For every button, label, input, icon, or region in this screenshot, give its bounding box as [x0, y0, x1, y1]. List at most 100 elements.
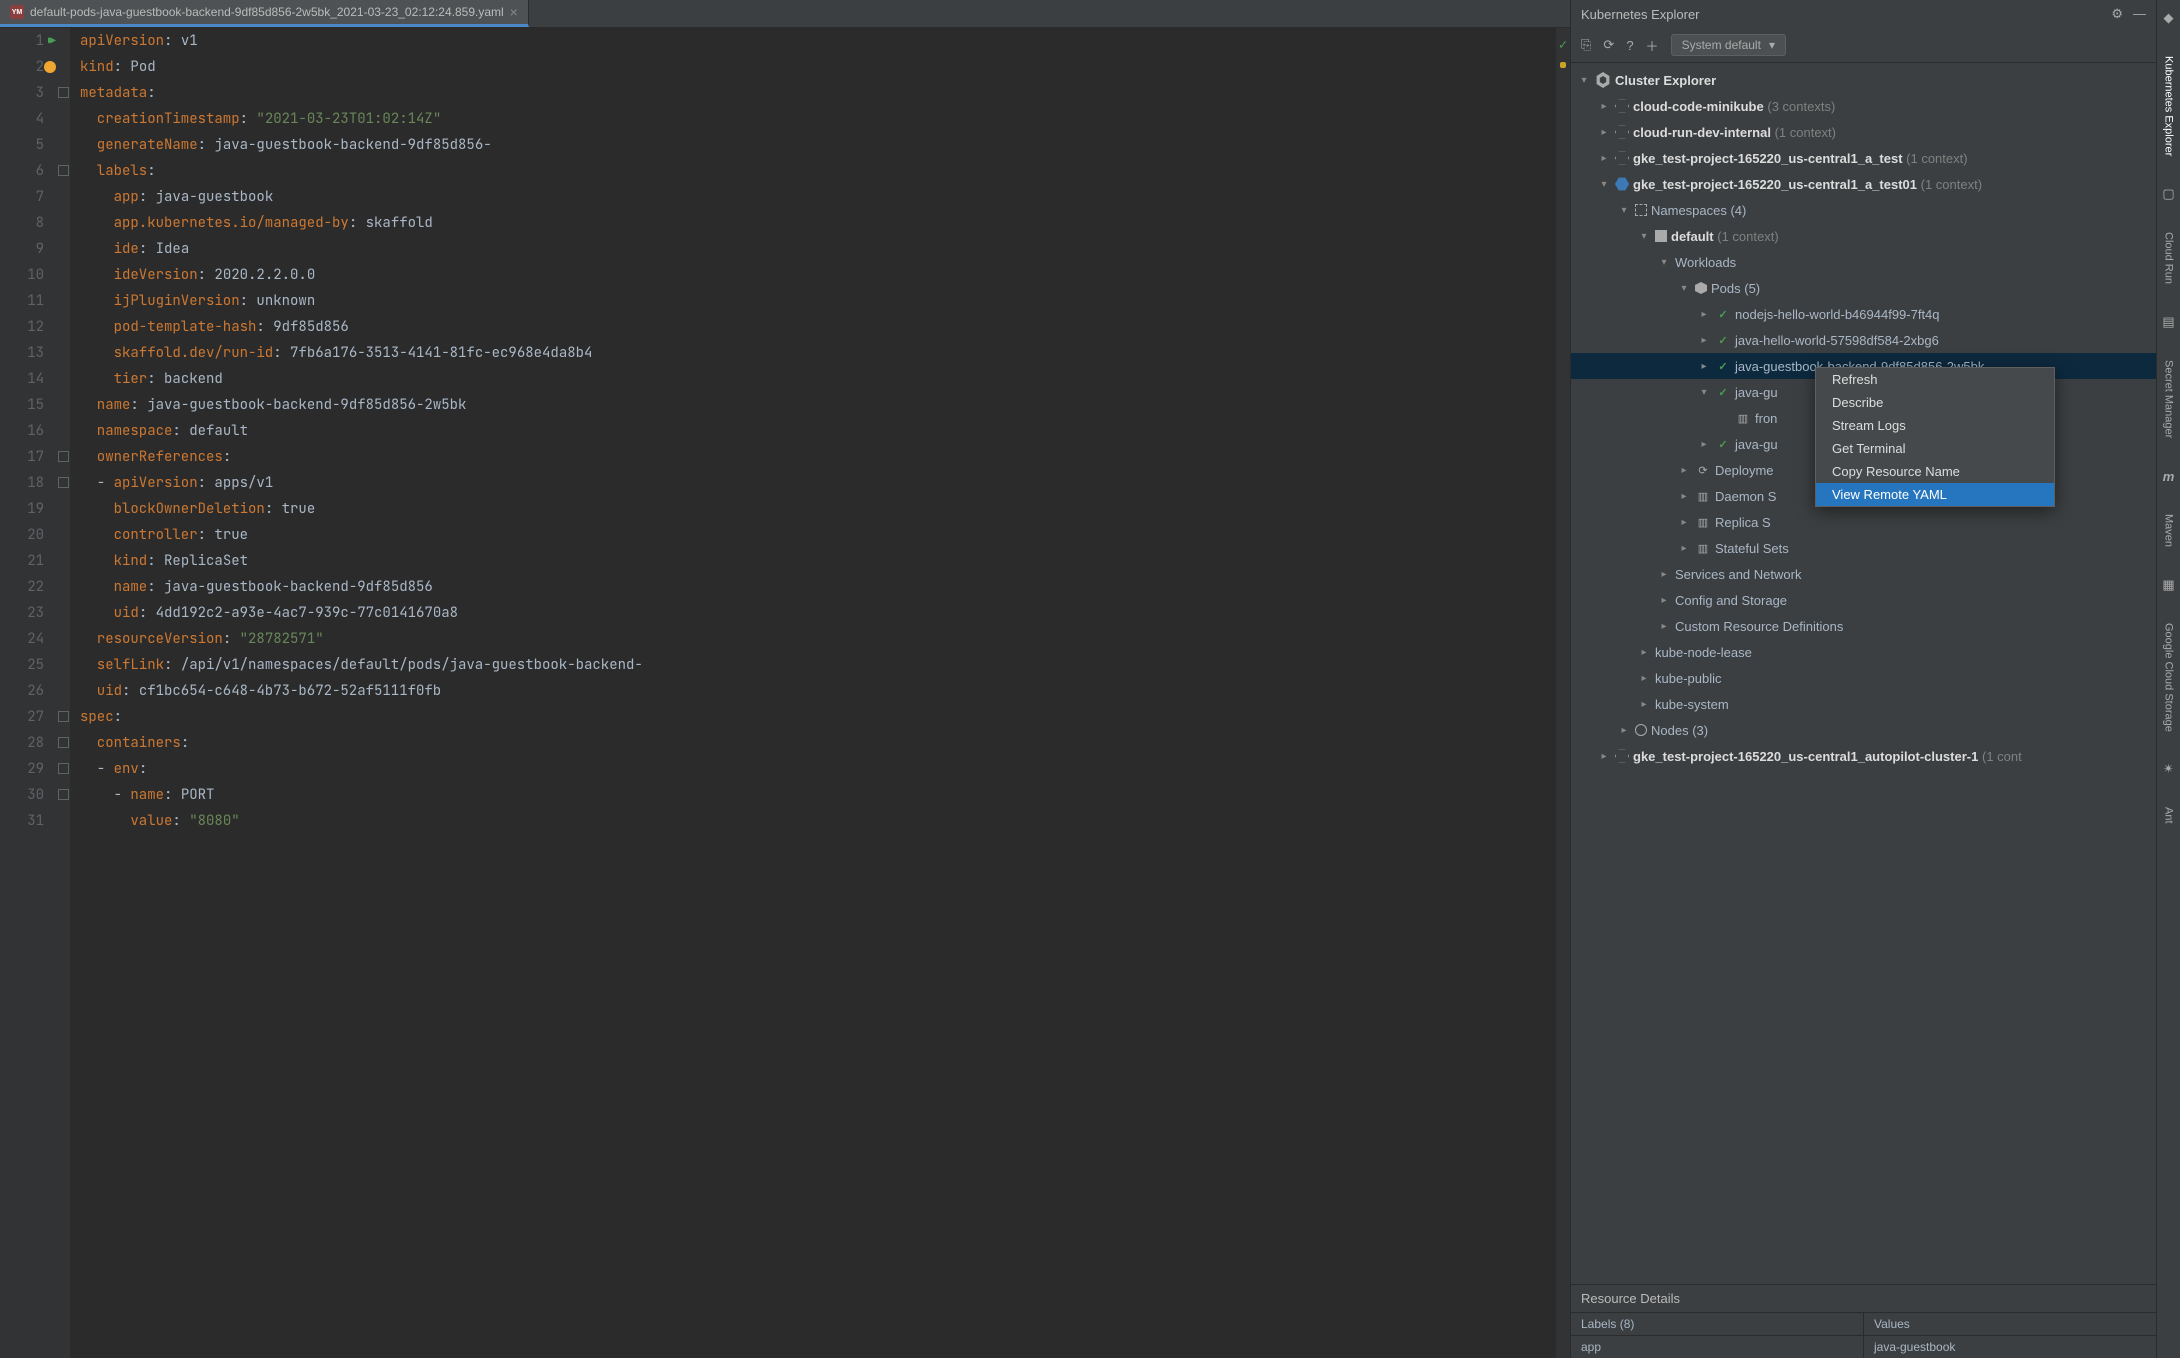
rail-maven[interactable]: Maven [2161, 510, 2177, 551]
rail-k8s-explorer[interactable]: Kubernetes Explorer [2161, 52, 2177, 160]
namespace-icon [1655, 230, 1667, 242]
editor-body[interactable]: 1234567891011121314151617181920212223242… [0, 28, 1570, 1358]
k8s-rail-icon[interactable]: ◆ [2164, 10, 2174, 26]
namespace-item[interactable]: kube-node-lease [1571, 639, 2156, 665]
resource-group[interactable]: Custom Resource Definitions [1571, 613, 2156, 639]
workload-group-icon: ▥ [1695, 488, 1711, 504]
expand-arrow[interactable] [1617, 725, 1631, 736]
rail-gcs[interactable]: Google Cloud Storage [2161, 619, 2177, 736]
line-number-gutter[interactable]: 1234567891011121314151617181920212223242… [8, 28, 56, 1358]
expand-arrow[interactable] [1657, 621, 1671, 632]
kubernetes-explorer-panel: Kubernetes Explorer ⚙ — ⎘ ⟳ ? ＋ System d… [1570, 0, 2156, 1358]
cluster-item[interactable]: gke_test-project-165220_us-central1_auto… [1571, 743, 2156, 769]
expand-arrow[interactable] [1597, 101, 1611, 112]
pod-running-icon: ✓ [1715, 306, 1731, 322]
pod-running-icon: ✓ [1715, 384, 1731, 400]
inspection-ok-icon[interactable]: ✓ [1556, 28, 1570, 58]
namespaces-icon [1635, 204, 1647, 216]
expand-arrow[interactable] [1597, 153, 1611, 164]
expand-arrow[interactable] [1637, 673, 1651, 684]
expand-arrow[interactable] [1597, 127, 1611, 138]
editor-pane: YM default-pods-java-guestbook-backend-9… [0, 0, 1570, 1358]
expand-arrow[interactable] [1697, 335, 1711, 346]
refresh-icon[interactable]: ⟳ [1603, 37, 1614, 53]
minimize-icon[interactable]: — [2133, 6, 2146, 22]
close-tab-icon[interactable]: × [510, 4, 518, 20]
resource-details: Resource Details Labels (8) Values app j… [1571, 1284, 2156, 1358]
expand-arrow[interactable] [1657, 595, 1671, 606]
labels-column-header: Labels (8) [1571, 1313, 1864, 1335]
menu-item-refresh[interactable]: Refresh [1816, 368, 2054, 391]
namespace-default[interactable]: default (1 context) [1571, 223, 2156, 249]
expand-arrow[interactable] [1677, 283, 1691, 294]
menu-item-copy-resource-name[interactable]: Copy Resource Name [1816, 460, 2054, 483]
expand-arrow[interactable] [1697, 387, 1711, 398]
expand-arrow[interactable] [1617, 205, 1631, 216]
secret-rail-icon[interactable]: ▤ [2162, 314, 2174, 330]
warning-marker[interactable] [1560, 62, 1566, 68]
label-cell: app [1571, 1336, 1864, 1358]
rail-ant[interactable]: Ant [2161, 803, 2177, 828]
tab-filename: default-pods-java-guestbook-backend-9df8… [30, 5, 504, 19]
expand-arrow[interactable] [1697, 309, 1711, 320]
help-icon[interactable]: ? [1626, 38, 1633, 53]
cluster-item[interactable]: cloud-code-minikube (3 contexts) [1571, 93, 2156, 119]
menu-item-get-terminal[interactable]: Get Terminal [1816, 437, 2054, 460]
code-area[interactable]: apiVersion: v1kind: Podmetadata: creatio… [70, 28, 1556, 1358]
ant-rail-icon[interactable]: ✴ [2163, 761, 2174, 777]
workload-group[interactable]: ▥Replica S [1571, 509, 2156, 535]
editor-tab[interactable]: YM default-pods-java-guestbook-backend-9… [0, 0, 529, 27]
expand-arrow[interactable] [1577, 75, 1591, 86]
pod-item[interactable]: ✓java-hello-world-57598df584-2xbg6 [1571, 327, 2156, 353]
breakpoint-marker[interactable] [44, 61, 56, 73]
nodes-group[interactable]: Nodes (3) [1571, 717, 2156, 743]
add-icon[interactable]: ＋ [1646, 36, 1659, 55]
expand-arrow[interactable] [1657, 257, 1671, 268]
cluster-explorer-root[interactable]: Cluster Explorer [1571, 67, 2156, 93]
cluster-item[interactable]: gke_test-project-165220_us-central1_a_te… [1571, 145, 2156, 171]
context-dropdown[interactable]: System default ▾ [1671, 34, 1786, 56]
expand-arrow[interactable] [1677, 543, 1691, 554]
expand-arrow[interactable] [1597, 179, 1611, 190]
values-column-header: Values [1864, 1313, 2156, 1335]
gear-icon[interactable]: ⚙ [2111, 6, 2123, 22]
workloads-group[interactable]: Workloads [1571, 249, 2156, 275]
menu-item-describe[interactable]: Describe [1816, 391, 2054, 414]
expand-arrow[interactable] [1637, 699, 1651, 710]
maven-rail-icon[interactable]: m [2163, 469, 2175, 484]
pod-item[interactable]: ✓nodejs-hello-world-b46944f99-7ft4q [1571, 301, 2156, 327]
context-menu[interactable]: RefreshDescribeStream LogsGet TerminalCo… [1815, 367, 2055, 507]
dropdown-label: System default [1682, 38, 1761, 52]
workload-group-icon: ▥ [1695, 540, 1711, 556]
expand-arrow[interactable] [1697, 361, 1711, 372]
expand-arrow[interactable] [1597, 751, 1611, 762]
namespace-item[interactable]: kube-public [1571, 665, 2156, 691]
expand-arrow[interactable] [1637, 647, 1651, 658]
panel-title: Kubernetes Explorer [1581, 7, 1700, 22]
namespace-item[interactable]: kube-system [1571, 691, 2156, 717]
expand-arrow[interactable] [1677, 491, 1691, 502]
details-row[interactable]: app java-guestbook [1571, 1335, 2156, 1358]
pods-group[interactable]: Pods (5) [1571, 275, 2156, 301]
resource-group[interactable]: Services and Network [1571, 561, 2156, 587]
gcs-rail-icon[interactable]: ▦ [2162, 577, 2174, 593]
fold-gutter[interactable] [56, 28, 70, 1358]
cloud-run-rail-icon[interactable]: ▢ [2162, 186, 2174, 202]
expand-arrow[interactable] [1637, 231, 1651, 242]
expand-arrow[interactable] [1677, 465, 1691, 476]
workload-group[interactable]: ▥Stateful Sets [1571, 535, 2156, 561]
namespaces-group[interactable]: Namespaces (4) [1571, 197, 2156, 223]
expand-arrow[interactable] [1657, 569, 1671, 580]
cluster-item-active[interactable]: gke_test-project-165220_us-central1_a_te… [1571, 171, 2156, 197]
resource-group[interactable]: Config and Storage [1571, 587, 2156, 613]
connect-icon[interactable]: ⎘ [1581, 37, 1591, 53]
cluster-item[interactable]: cloud-run-dev-internal (1 context) [1571, 119, 2156, 145]
expand-arrow[interactable] [1697, 439, 1711, 450]
menu-item-stream-logs[interactable]: Stream Logs [1816, 414, 2054, 437]
expand-arrow[interactable] [1677, 517, 1691, 528]
rail-cloud-run[interactable]: Cloud Run [2161, 228, 2177, 288]
rail-secret-manager[interactable]: Secret Manager [2161, 356, 2177, 442]
cluster-icon [1615, 125, 1629, 139]
cluster-tree[interactable]: Cluster Explorercloud-code-minikube (3 c… [1571, 63, 2156, 1284]
menu-item-view-remote-yaml[interactable]: View Remote YAML [1816, 483, 2054, 506]
